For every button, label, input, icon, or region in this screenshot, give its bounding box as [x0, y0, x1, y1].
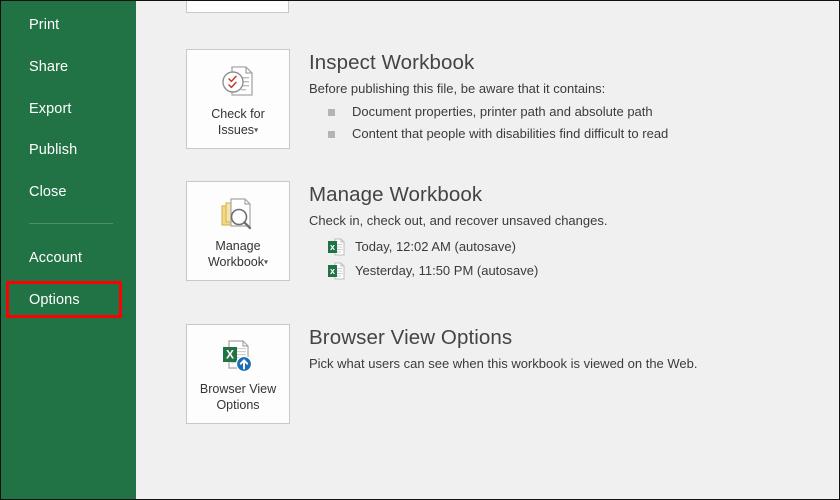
button-label-line2: Options: [216, 398, 260, 412]
sidebar-item-label: Share: [29, 59, 69, 75]
button-label-line2: Workbook: [207, 255, 265, 269]
list-item: Content that people with disabilities fi…: [309, 123, 668, 145]
inspect-workbook-bullet-list: Document properties, printer path and ab…: [309, 101, 668, 145]
sidebar-item-print[interactable]: Print: [1, 10, 136, 40]
sidebar-item-label: Export: [29, 101, 72, 117]
square-bullet-icon: [328, 130, 335, 138]
excel-backstage-info-screen: Print Share Export Publish Close Account…: [0, 0, 840, 500]
manage-workbook-button[interactable]: Manage Workbook▾: [186, 181, 290, 281]
browser-view-options-button[interactable]: X Browser View Options: [186, 324, 290, 424]
button-label-line1: Browser View: [199, 382, 277, 396]
section-description-manage-workbook: Check in, check out, and recover unsaved…: [309, 213, 608, 228]
section-inspect-workbook: Check for Issues▾ Inspect Workbook Befor…: [136, 49, 839, 154]
list-item[interactable]: x Yesterday, 11:50 PM (autosave): [309, 259, 607, 283]
square-bullet-icon: [328, 108, 335, 116]
list-item-label: Content that people with disabilities fi…: [352, 126, 669, 141]
button-label-line2: Issues: [217, 123, 255, 137]
version-label: Yesterday, 11:50 PM (autosave): [355, 263, 539, 278]
list-item: Document properties, printer path and ab…: [309, 101, 668, 123]
sidebar-item-close[interactable]: Close: [1, 177, 136, 207]
chevron-down-icon[interactable]: ▾: [264, 258, 268, 267]
version-label: Today, 12:02 AM (autosave): [355, 239, 516, 254]
check-for-issues-label: Check for Issues▾: [208, 106, 268, 139]
section-title-inspect-workbook: Inspect Workbook: [309, 51, 475, 74]
excel-file-icon: x: [327, 262, 345, 280]
section-browser-view-options: X Browser View Options Browser View Opti…: [136, 324, 839, 429]
check-for-issues-button[interactable]: Check for Issues▾: [186, 49, 290, 149]
sidebar-item-account[interactable]: Account: [1, 243, 136, 273]
section-title-manage-workbook: Manage Workbook: [309, 183, 483, 206]
protect-workbook-button-cropped[interactable]: [186, 1, 289, 13]
sidebar-item-label: Options: [29, 292, 80, 308]
section-description-browser-view-options: Pick what users can see when this workbo…: [309, 356, 698, 371]
browser-view-options-body: Browser View Options Pick what users can…: [309, 326, 698, 372]
sidebar-item-options[interactable]: Options: [1, 285, 136, 315]
section-title-browser-view-options: Browser View Options: [309, 326, 513, 349]
sidebar-item-label: Account: [29, 250, 83, 266]
browser-view-options-icon: X: [219, 337, 257, 377]
section-description-inspect-workbook: Before publishing this file, be aware th…: [309, 81, 606, 96]
backstage-sidebar: Print Share Export Publish Close Account…: [1, 1, 136, 499]
button-label-line1: Manage: [215, 239, 261, 253]
check-for-issues-icon: [219, 62, 257, 102]
manage-workbook-label: Manage Workbook▾: [205, 238, 271, 271]
excel-file-icon: x: [327, 238, 345, 256]
inspect-workbook-body: Inspect Workbook Before publishing this …: [309, 51, 668, 145]
manage-workbook-body: Manage Workbook Check in, check out, and…: [309, 183, 607, 283]
manage-workbook-icon: [218, 194, 258, 234]
button-label-line1: Check for: [211, 107, 265, 121]
sidebar-item-label: Close: [29, 184, 67, 200]
chevron-down-icon[interactable]: ▾: [254, 126, 258, 135]
sidebar-item-share[interactable]: Share: [1, 52, 136, 82]
sidebar-divider: [29, 223, 113, 224]
svg-text:X: X: [226, 348, 234, 362]
sidebar-item-export[interactable]: Export: [1, 94, 136, 124]
browser-view-options-label: Browser View Options: [197, 381, 279, 413]
section-manage-workbook: Manage Workbook▾ Manage Workbook Check i…: [136, 181, 839, 286]
svg-text:x: x: [330, 266, 335, 276]
autosave-version-list: x Today, 12:02 AM (autosave) x Yesterday…: [309, 235, 607, 283]
sidebar-item-label: Print: [29, 17, 60, 33]
list-item-label: Document properties, printer path and ab…: [352, 104, 653, 119]
list-item[interactable]: x Today, 12:02 AM (autosave): [309, 235, 607, 259]
backstage-info-pane: Check for Issues▾ Inspect Workbook Befor…: [136, 1, 839, 499]
sidebar-item-label: Publish: [29, 142, 78, 158]
svg-text:x: x: [330, 242, 335, 252]
sidebar-item-publish[interactable]: Publish: [1, 135, 136, 165]
